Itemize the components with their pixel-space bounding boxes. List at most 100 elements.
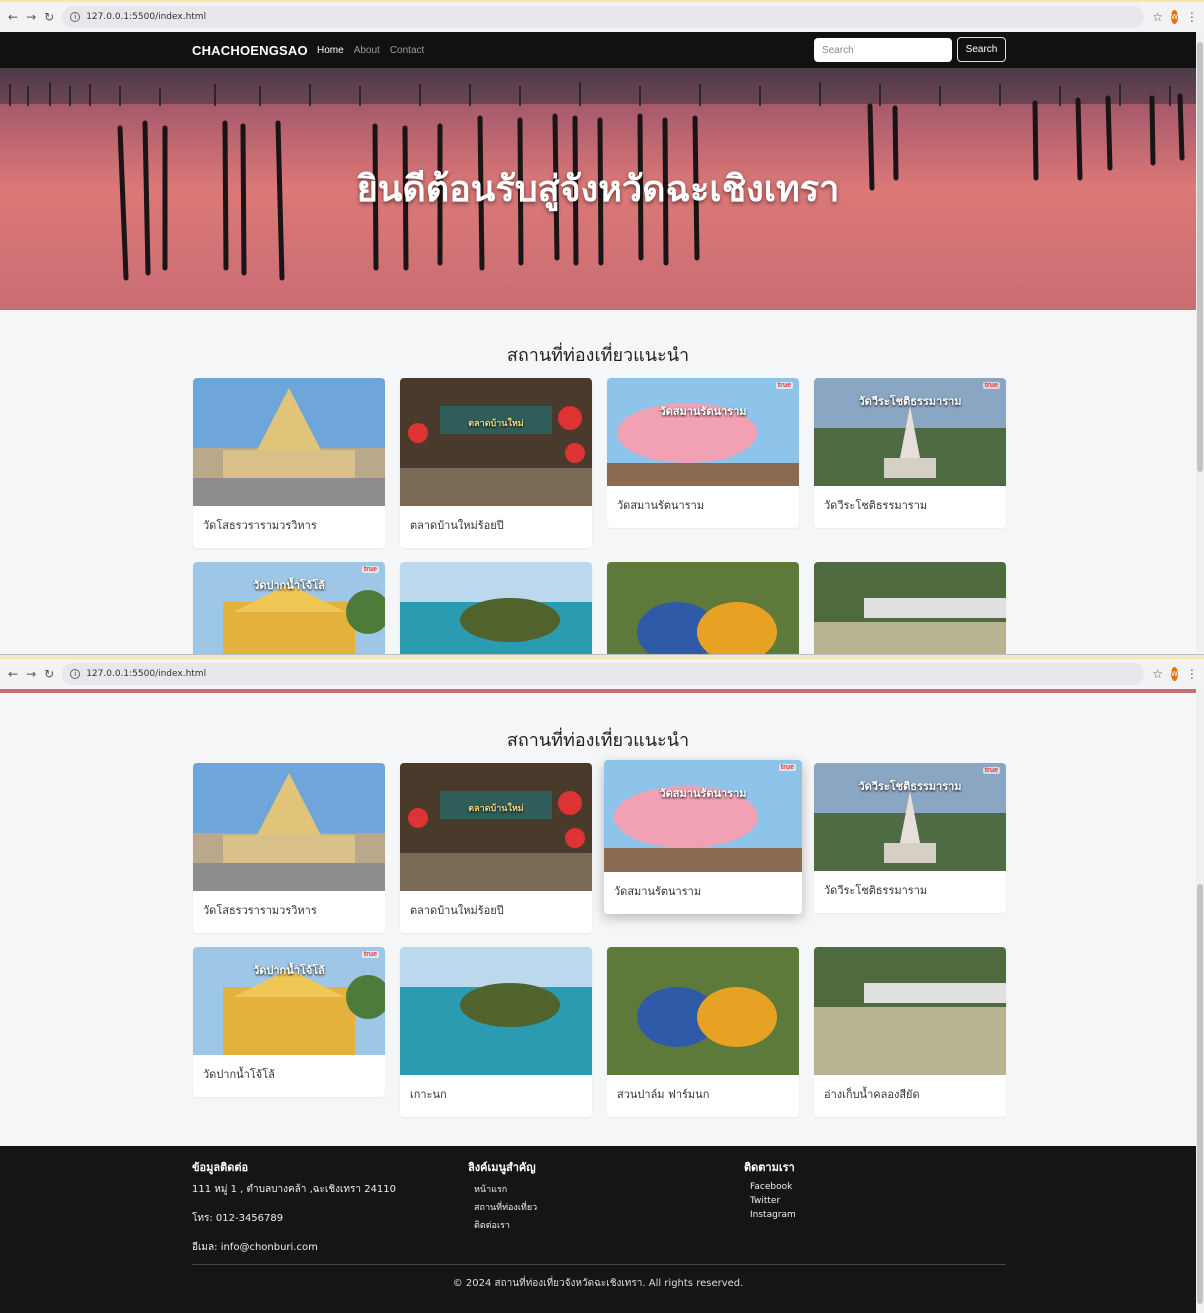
footer-link-contact[interactable]: ติดต่อเรา xyxy=(474,1218,537,1232)
card-title: วัดปากน้ำโจ้โล้ xyxy=(203,1068,275,1081)
page-scrollbar[interactable] xyxy=(1196,689,1204,1313)
browser-menu-icon[interactable]: ⋮ xyxy=(1186,667,1198,681)
footer-menu: ลิงค์เมนูสำคัญ หน้าแรก สถานที่ท่องเที่ยว… xyxy=(468,1158,537,1236)
brand-logo[interactable]: CHACHOENGSAO xyxy=(192,43,308,58)
truelogo-badge: true xyxy=(361,951,379,958)
attraction-card[interactable] xyxy=(400,562,592,655)
card-title: วัดสมานรัตนาราม xyxy=(617,499,705,512)
card-title: สวนปาล์ม ฟาร์มนก xyxy=(617,1088,710,1101)
attraction-card[interactable]: ตลาดบ้านใหม่ ตลาดบ้านใหม่ร้อยปี xyxy=(400,378,592,548)
hero-banner-edge xyxy=(0,689,1196,693)
attraction-card[interactable]: วัดปากน้ำโจ้โล้ true วัดปากน้ำโจ้โล้ xyxy=(193,947,385,1097)
attraction-card-hovered[interactable]: วัดสมานรัตนาราม true วัดสมานรัตนาราม xyxy=(604,760,802,914)
scrollbar-thumb[interactable] xyxy=(1197,42,1203,472)
card-overlay-text: วัดปากน้ำโจ้โล้ xyxy=(253,579,325,592)
attraction-card[interactable]: วัดโสธรวรารามวรวิหาร xyxy=(193,378,385,548)
attraction-card[interactable]: วัดสมานรัตนาราม true วัดสมานรัตนาราม xyxy=(607,378,799,528)
card-overlay-text: วัดวีระโชติธรรมาราม xyxy=(858,395,962,408)
hero-banner: ยินดีต้อนรับสู่จังหวัดฉะเชิงเทรา xyxy=(0,68,1196,310)
profile-avatar[interactable]: W xyxy=(1170,667,1178,681)
hero-title: ยินดีต้อนรับสู่จังหวัดฉะเชิงเทรา xyxy=(356,169,840,210)
footer-copyright: © 2024 สถานที่ท่องเที่ยวจังหวัดฉะเชิงเทร… xyxy=(452,1278,744,1289)
bird-island-photo xyxy=(400,562,592,655)
attraction-card[interactable]: อ่างเก็บน้ำคลองสียัด xyxy=(814,947,1006,1117)
attraction-card[interactable]: วัดวีระโชติธรรมาราม true วัดวีระโชติธรรม… xyxy=(814,378,1006,528)
attraction-card[interactable]: เกาะนก xyxy=(400,947,592,1117)
bird-island-photo xyxy=(400,947,592,1075)
card-title: วัดสมานรัตนาราม xyxy=(614,885,702,898)
paknam-temple-photo: วัดปากน้ำโจ้โล้ true xyxy=(193,947,385,1055)
card-title: ตลาดบ้านใหม่ร้อยปี xyxy=(410,519,504,532)
footer-phone: โทร: 012-3456789 xyxy=(192,1213,284,1224)
market-photo: ตลาดบ้านใหม่ xyxy=(400,763,592,891)
footer-contact: ข้อมูลติดต่อ 111 หมู่ 1 , ตำบลบางคล้า ,ฉ… xyxy=(192,1158,396,1263)
attraction-card[interactable] xyxy=(607,562,799,655)
card-overlay-text: วัดสมานรัตนาราม xyxy=(659,787,747,800)
profile-avatar[interactable]: W xyxy=(1170,10,1178,24)
nav-links: Home About Contact xyxy=(317,45,424,56)
footer-address: 111 หมู่ 1 , ตำบลบางคล้า ,ฉะเชิงเทรา 241… xyxy=(192,1184,397,1195)
footer-menu-title: ลิงค์เมนูสำคัญ xyxy=(468,1161,536,1174)
attraction-card[interactable]: วัดโสธรวรารามวรวิหาร xyxy=(193,763,385,933)
bookmark-star-icon[interactable]: ☆ xyxy=(1152,10,1163,24)
card-overlay-text: ตลาดบ้านใหม่ xyxy=(468,419,524,429)
footer-link-facebook[interactable]: Facebook xyxy=(750,1182,796,1192)
search-button[interactable]: Search xyxy=(957,37,1006,62)
scrollbar-thumb[interactable] xyxy=(1197,884,1203,1304)
footer-follow-title: ติดตามเรา xyxy=(744,1161,795,1174)
veerachot-temple-photo: วัดวีระโชติธรรมาราม true xyxy=(814,378,1006,486)
truelogo-badge: true xyxy=(982,382,1000,389)
card-overlay-text: วัดสมานรัตนาราม xyxy=(659,405,747,418)
forward-icon[interactable]: → xyxy=(26,667,36,681)
attraction-card[interactable]: วัดวีระโชติธรรมาราม true วัดวีระโชติธรรม… xyxy=(814,763,1006,913)
browser-window-bottom: ← → ↻ i 127.0.0.1:5500/index.html ☆ W ⋮ … xyxy=(0,657,1204,1313)
truelogo-badge: true xyxy=(982,767,1000,774)
attraction-card[interactable]: ตลาดบ้านใหม่ ตลาดบ้านใหม่ร้อยปี xyxy=(400,763,592,933)
address-bar[interactable]: i 127.0.0.1:5500/index.html xyxy=(62,663,1145,685)
footer-email: อีเมล: info@chonburi.com xyxy=(192,1242,318,1253)
back-icon[interactable]: ← xyxy=(8,667,18,681)
card-overlay-text: วัดปากน้ำโจ้โล้ xyxy=(253,964,325,977)
site-info-icon[interactable]: i xyxy=(70,12,81,22)
truelogo-badge: true xyxy=(775,382,793,389)
browser-menu-icon[interactable]: ⋮ xyxy=(1186,10,1198,24)
attraction-card[interactable]: สวนปาล์ม ฟาร์มนก xyxy=(607,947,799,1117)
footer-link-attractions[interactable]: สถานที่ท่องเที่ยว xyxy=(474,1200,537,1214)
navbar: CHACHOENGSAO Home About Contact Search S… xyxy=(0,32,1196,68)
parrot-photo xyxy=(607,562,799,655)
reload-icon[interactable]: ↻ xyxy=(44,667,54,681)
section-title: สถานที่ท่องเที่ยวแนะนำ xyxy=(506,730,690,751)
footer-link-home[interactable]: หน้าแรก xyxy=(474,1182,537,1196)
card-title: วัดวีระโชติธรรมาราม xyxy=(824,499,928,512)
card-title: ตลาดบ้านใหม่ร้อยปี xyxy=(410,904,504,917)
footer-contact-title: ข้อมูลติดต่อ xyxy=(192,1161,249,1174)
reservoir-photo xyxy=(814,947,1006,1075)
attraction-card[interactable]: วัดปากน้ำโจ้โล้ true xyxy=(193,562,385,655)
footer-follow: ติดตามเรา Facebook Twitter Instagram xyxy=(744,1158,796,1224)
bookmark-star-icon[interactable]: ☆ xyxy=(1152,667,1163,681)
footer-divider xyxy=(192,1264,1006,1265)
browser-toolbar: ← → ↻ i 127.0.0.1:5500/index.html ☆ W ⋮ xyxy=(0,0,1204,32)
page-scrollbar[interactable] xyxy=(1196,32,1204,652)
footer-link-twitter[interactable]: Twitter xyxy=(750,1196,796,1206)
card-title: วัดโสธรวรารามวรวิหาร xyxy=(203,519,317,532)
address-bar[interactable]: i 127.0.0.1:5500/index.html xyxy=(62,6,1145,28)
footer-link-instagram[interactable]: Instagram xyxy=(750,1210,796,1220)
browser-toolbar: ← → ↻ i 127.0.0.1:5500/index.html ☆ W ⋮ xyxy=(0,657,1204,689)
nav-link-about[interactable]: About xyxy=(354,45,380,56)
screenshot-divider xyxy=(0,654,1204,658)
site-info-icon[interactable]: i xyxy=(70,669,81,679)
nav-link-home[interactable]: Home xyxy=(317,45,344,56)
attraction-card[interactable] xyxy=(814,562,1006,655)
reload-icon[interactable]: ↻ xyxy=(44,10,54,24)
card-title: เกาะนก xyxy=(410,1088,447,1101)
search-input[interactable]: Search xyxy=(814,38,952,62)
veerachot-temple-photo: วัดวีระโชติธรรมาราม true xyxy=(814,763,1006,871)
truelogo-badge: true xyxy=(778,764,796,771)
temple-photo xyxy=(193,763,385,891)
parrot-photo xyxy=(607,947,799,1075)
market-photo: ตลาดบ้านใหม่ xyxy=(400,378,592,506)
nav-link-contact[interactable]: Contact xyxy=(390,45,424,56)
forward-icon[interactable]: → xyxy=(26,10,36,24)
back-icon[interactable]: ← xyxy=(8,10,18,24)
